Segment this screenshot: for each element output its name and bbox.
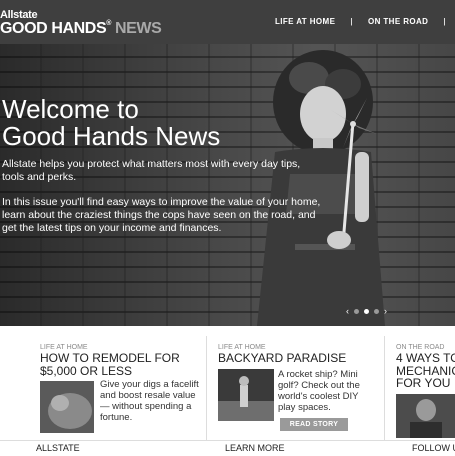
story-card-remodel[interactable]: LIFE AT HOME HOW TO REMODEL FOR $5,000 OR… bbox=[40, 326, 205, 440]
slide-dot-1[interactable] bbox=[354, 308, 359, 314]
card-divider bbox=[206, 336, 207, 440]
girl-with-pinwheel-image bbox=[257, 50, 385, 326]
footer-allstate-link[interactable]: ALLSTATE bbox=[36, 443, 80, 453]
card-title-line3: FOR YOU bbox=[396, 376, 451, 390]
read-story-button[interactable]: READ STORY bbox=[280, 418, 348, 431]
card-title-line2: $5,000 OR LESS bbox=[40, 363, 133, 378]
slide-dot-2[interactable] bbox=[364, 308, 369, 314]
main-nav: LIFE AT HOME | ON THE ROAD | bbox=[269, 17, 455, 26]
slide-dot-3[interactable] bbox=[374, 308, 379, 314]
registered-mark: ® bbox=[106, 20, 111, 27]
site-title-main: GOOD HANDS bbox=[0, 20, 107, 37]
nav-life-at-home[interactable]: LIFE AT HOME bbox=[269, 17, 341, 26]
hero-title: Welcome to Good Hands News bbox=[2, 96, 220, 150]
backyard-thumbnail-image[interactable] bbox=[218, 369, 274, 421]
footer-bar: ALLSTATE LEARN MORE FOLLOW U bbox=[0, 440, 455, 456]
hero-title-line1: Welcome to bbox=[2, 94, 139, 124]
hero-intro: Allstate helps you protect what matters … bbox=[2, 158, 301, 183]
story-card-mechanic[interactable]: ON THE ROAD 4 WAYS TO MECHANIC FOR YOU bbox=[396, 326, 455, 440]
nav-separator: | bbox=[443, 17, 446, 26]
site-title-news: NEWS bbox=[115, 20, 162, 37]
card-description: Give your digs a facelift and boost resa… bbox=[100, 379, 199, 423]
card-category: ON THE ROAD bbox=[396, 344, 445, 351]
site-title[interactable]: GOOD HANDS® NEWS bbox=[0, 20, 162, 38]
card-title[interactable]: 4 WAYS TO MECHANIC FOR YOU bbox=[396, 352, 455, 390]
card-category: LIFE AT HOME bbox=[218, 344, 266, 351]
card-title[interactable]: HOW TO REMODEL FOR $5,000 OR LESS bbox=[40, 352, 180, 377]
story-card-backyard[interactable]: LIFE AT HOME BACKYARD PARADISE A rocket … bbox=[218, 326, 378, 440]
card-category: LIFE AT HOME bbox=[40, 344, 88, 351]
remodel-thumbnail-image[interactable] bbox=[40, 381, 94, 433]
next-arrow-icon[interactable]: › bbox=[384, 306, 387, 316]
nav-on-the-road[interactable]: ON THE ROAD bbox=[362, 17, 434, 26]
card-description: A rocket ship? Mini golf? Check out the … bbox=[278, 369, 360, 413]
hero-body: In this issue you'll find easy ways to i… bbox=[2, 196, 321, 234]
card-title[interactable]: BACKYARD PARADISE bbox=[218, 352, 346, 365]
slider-pagination: ‹ › bbox=[346, 306, 387, 316]
card-divider bbox=[384, 336, 385, 440]
footer-follow-us-link[interactable]: FOLLOW U bbox=[412, 443, 455, 453]
mechanic-thumbnail-image[interactable] bbox=[396, 394, 455, 438]
nav-separator: | bbox=[350, 17, 353, 26]
hero-banner: Welcome to Good Hands News Allstate helps… bbox=[0, 44, 455, 326]
prev-arrow-icon[interactable]: ‹ bbox=[346, 306, 349, 316]
top-header: Allstate GOOD HANDS® NEWS LIFE AT HOME | … bbox=[0, 0, 455, 44]
footer-learn-more-link[interactable]: LEARN MORE bbox=[225, 443, 285, 453]
story-cards: LIFE AT HOME HOW TO REMODEL FOR $5,000 OR… bbox=[0, 326, 455, 440]
hero-title-line2: Good Hands News bbox=[2, 121, 221, 151]
